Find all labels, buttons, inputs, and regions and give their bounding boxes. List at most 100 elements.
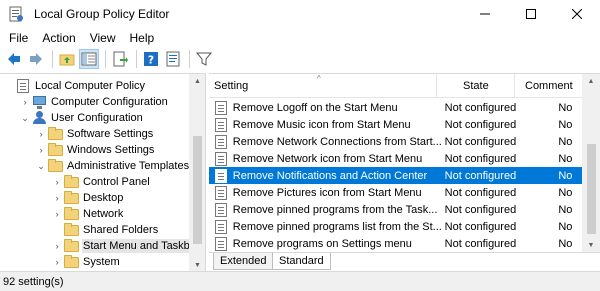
expand-chevron-icon[interactable]: › xyxy=(36,126,46,142)
tab-extended[interactable]: Extended xyxy=(213,253,274,270)
setting-row[interactable]: Remove Notifications and Action Center No… xyxy=(209,167,582,184)
tree-item[interactable]: ⌄ User Configuration xyxy=(20,110,143,126)
policy-setting-icon xyxy=(214,219,230,234)
setting-state: Not configured xyxy=(444,118,517,131)
toolbar-separator xyxy=(52,50,53,68)
tree-scroll-thumb[interactable] xyxy=(193,136,202,244)
expand-chevron-icon[interactable]: › xyxy=(52,254,62,270)
tree-item-label: Computer Configuration xyxy=(51,96,168,108)
setting-row[interactable]: Remove Network icon from Start Menu Not c… xyxy=(209,150,582,167)
properties-button[interactable] xyxy=(163,49,183,69)
tree-item[interactable]: › Control Panel xyxy=(52,174,150,190)
column-header-state[interactable]: State xyxy=(437,74,515,98)
setting-comment: No xyxy=(558,101,573,114)
toolbar-separator xyxy=(189,50,190,68)
tree-item[interactable]: › Start Menu and Taskbar xyxy=(52,238,201,254)
folder-icon xyxy=(48,159,64,173)
tree-scrollbar[interactable]: ▲ ▼ xyxy=(189,74,205,271)
policy-icon xyxy=(16,79,32,93)
tree-item[interactable]: › Windows Settings xyxy=(36,142,154,158)
setting-comment: No xyxy=(558,152,573,165)
setting-row[interactable]: Remove Music icon from Start Menu Not con… xyxy=(209,116,582,133)
folder-icon xyxy=(64,239,80,253)
collapse-chevron-icon[interactable]: ⌄ xyxy=(20,110,30,126)
list-scrollbar[interactable]: ▲ ▼ xyxy=(582,74,600,252)
folder-icon xyxy=(64,175,80,189)
scroll-down-arrow-icon[interactable]: ▼ xyxy=(582,238,600,252)
help-button[interactable]: ? xyxy=(141,49,161,69)
setting-row[interactable]: Remove programs on Settings menu Not conf… xyxy=(209,235,582,252)
setting-row[interactable]: Remove pinned programs list from the St.… xyxy=(209,218,582,235)
column-header-comment[interactable]: Comment xyxy=(515,74,581,98)
tab-standard[interactable]: Standard xyxy=(272,253,331,270)
setting-name: Remove Network icon from Start Menu xyxy=(232,152,423,165)
tree-item[interactable]: › System xyxy=(52,254,120,270)
toolbar: ? xyxy=(0,47,600,71)
export-list-button[interactable] xyxy=(110,49,130,69)
scroll-up-arrow-icon[interactable]: ▲ xyxy=(189,74,205,88)
expand-chevron-icon[interactable]: › xyxy=(52,206,62,222)
tree-item[interactable]: › Desktop xyxy=(52,190,123,206)
filter-icon xyxy=(196,52,212,66)
folder-icon xyxy=(64,207,80,221)
setting-name: Remove Logoff on the Start Menu xyxy=(232,101,398,114)
column-header-setting[interactable]: ^ Setting xyxy=(209,74,437,98)
menu-file[interactable]: File xyxy=(0,31,35,45)
setting-name: Remove Network Connections from Start... xyxy=(232,135,442,148)
tree-item-label: Administrative Templates xyxy=(67,160,190,172)
menu-action[interactable]: Action xyxy=(35,31,82,45)
toolbar-separator xyxy=(136,50,137,68)
expand-chevron-icon[interactable]: › xyxy=(52,174,62,190)
scroll-down-arrow-icon[interactable]: ▼ xyxy=(189,258,205,271)
sort-caret-icon: ^ xyxy=(317,74,321,83)
tree-item-label: Windows Settings xyxy=(67,144,155,156)
folder-icon xyxy=(48,143,64,157)
expand-chevron-icon[interactable]: › xyxy=(20,94,30,110)
close-button[interactable] xyxy=(554,0,600,28)
collapse-chevron-icon[interactable]: ⌄ xyxy=(36,158,46,174)
setting-row[interactable]: Remove Network Connections from Start...… xyxy=(209,133,582,150)
back-button[interactable] xyxy=(4,49,24,69)
setting-name: Remove pinned programs list from the St.… xyxy=(232,220,442,233)
settings-list-pane: ^ Setting State Comment ▲ ▼ Extended Sta… xyxy=(209,73,600,271)
minimize-button[interactable] xyxy=(462,0,508,28)
setting-comment: No xyxy=(558,203,573,216)
tree-item[interactable]: › Software Settings xyxy=(36,126,153,142)
tree-item[interactable]: Local Computer Policy xyxy=(4,78,145,94)
menu-help[interactable]: Help xyxy=(123,31,162,45)
setting-comment: No xyxy=(558,186,573,199)
tree-pane[interactable]: › System › Start Menu and Taskbar Shared Fol… xyxy=(0,73,206,271)
tree-item-label: Network xyxy=(83,208,124,220)
user-icon xyxy=(32,111,48,125)
menu-view[interactable]: View xyxy=(83,31,123,45)
setting-row[interactable]: Remove Logoff on the Start Menu Not confi… xyxy=(209,99,582,116)
up-folder-icon xyxy=(59,54,75,66)
up-folder-button[interactable] xyxy=(57,49,77,69)
help-icon: ? xyxy=(144,52,158,67)
setting-comment: No xyxy=(558,118,573,131)
policy-setting-icon xyxy=(214,117,230,132)
policy-setting-icon xyxy=(214,151,230,166)
setting-name: Remove Music icon from Start Menu xyxy=(232,118,411,131)
show-hide-tree-button[interactable] xyxy=(79,49,99,69)
setting-row[interactable]: Remove pinned programs from the Task... N… xyxy=(209,201,582,218)
scroll-up-arrow-icon[interactable]: ▲ xyxy=(582,74,600,88)
forward-button[interactable] xyxy=(26,49,46,69)
tree-item-label: Software Settings xyxy=(67,128,154,140)
tree-item[interactable]: › Network xyxy=(52,206,123,222)
tree-item[interactable]: ⌄ Administrative Templates xyxy=(36,158,189,174)
maximize-button[interactable] xyxy=(508,0,554,28)
filter-button[interactable] xyxy=(194,49,214,69)
expand-chevron-icon[interactable]: › xyxy=(52,190,62,206)
tree-item[interactable]: › Computer Configuration xyxy=(20,94,168,110)
policy-setting-icon xyxy=(214,100,230,115)
expand-chevron-icon[interactable]: › xyxy=(36,142,46,158)
setting-row[interactable]: Remove Pictures icon from Start Menu Not … xyxy=(209,184,582,201)
menu-bar: File Action View Help xyxy=(0,28,600,47)
expand-chevron-icon[interactable]: › xyxy=(52,238,62,254)
folder-icon xyxy=(48,127,64,141)
list-scroll-thumb[interactable] xyxy=(587,144,596,234)
window-title: Local Group Policy Editor xyxy=(34,7,170,21)
tree-item[interactable]: Shared Folders xyxy=(52,222,158,238)
